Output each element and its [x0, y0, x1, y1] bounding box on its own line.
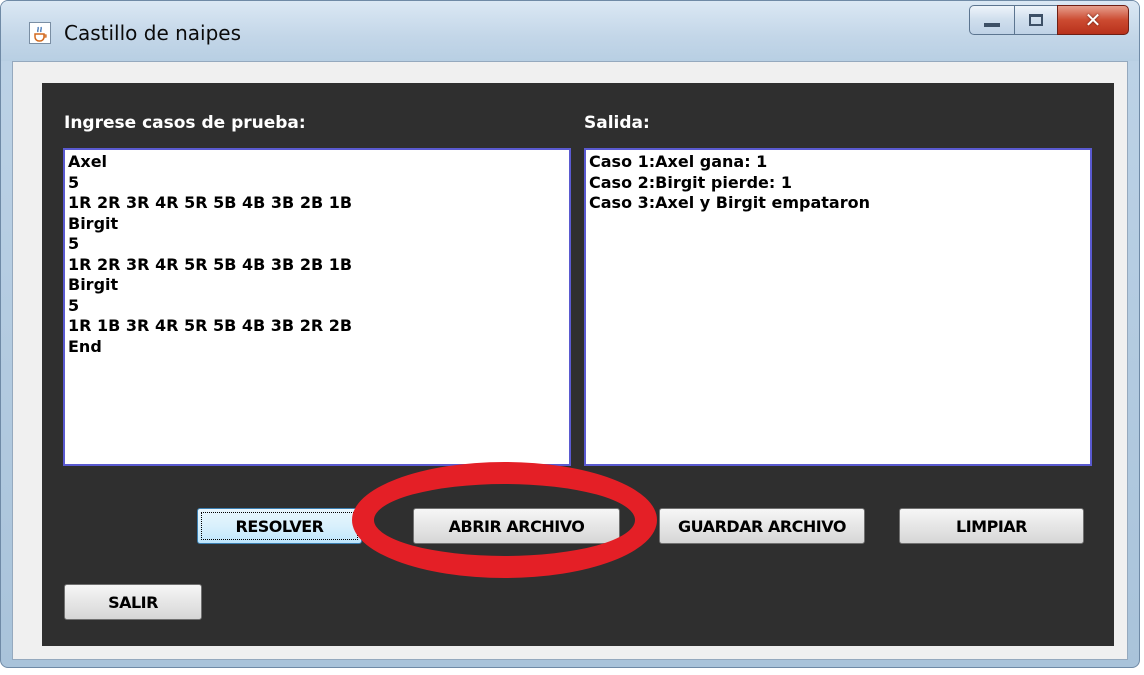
input-textarea[interactable]: Axel 5 1R 2R 3R 4R 5R 5B 4B 3B 2B 1B Bir…	[63, 148, 571, 466]
maximize-icon	[1029, 14, 1043, 26]
output-label: Salida:	[584, 113, 650, 133]
client-area: Ingrese casos de prueba: Salida: Axel 5 …	[12, 61, 1128, 660]
app-window: Castillo de naipes ✕ Ingrese casos de pr…	[0, 0, 1140, 668]
close-icon: ✕	[1084, 8, 1102, 32]
salir-button[interactable]: SALIR	[64, 584, 202, 620]
window-title: Castillo de naipes	[64, 21, 242, 45]
java-cup-icon	[29, 22, 51, 44]
close-button[interactable]: ✕	[1057, 5, 1129, 35]
guardar-archivo-button[interactable]: GUARDAR ARCHIVO	[659, 508, 865, 544]
title-bar[interactable]: Castillo de naipes ✕	[1, 1, 1139, 61]
minimize-icon	[984, 23, 1000, 27]
abrir-archivo-button[interactable]: ABRIR ARCHIVO	[413, 508, 620, 544]
main-panel: Ingrese casos de prueba: Salida: Axel 5 …	[42, 83, 1114, 646]
output-textarea[interactable]: Caso 1:Axel gana: 1 Caso 2:Birgit pierde…	[584, 148, 1092, 466]
window-controls: ✕	[969, 5, 1129, 35]
limpiar-button[interactable]: LIMPIAR	[899, 508, 1084, 544]
resolver-button[interactable]: RESOLVER	[197, 508, 362, 544]
input-label: Ingrese casos de prueba:	[64, 113, 306, 133]
minimize-button[interactable]	[969, 5, 1015, 35]
maximize-button[interactable]	[1014, 5, 1058, 35]
